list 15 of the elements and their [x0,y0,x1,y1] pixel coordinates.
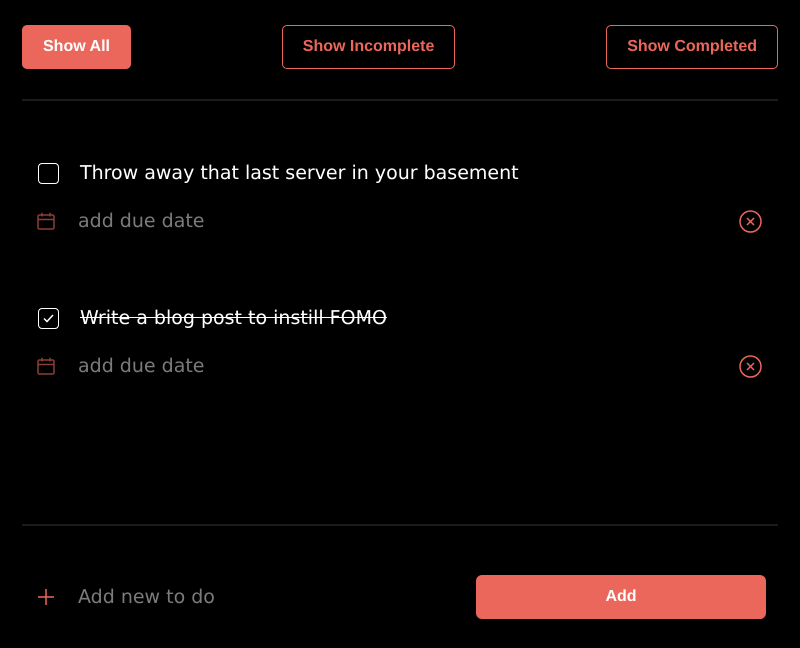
due-date-field[interactable]: add due date [78,354,378,378]
calendar-icon [37,357,55,375]
checkbox[interactable] [38,308,59,328]
plus-icon [38,589,54,605]
close-circle-icon[interactable] [739,354,762,378]
check-icon [43,314,54,322]
checkbox[interactable] [38,162,59,184]
due-date-field[interactable]: add due date [78,209,378,233]
filter-tab[interactable]: Show Completed [606,25,778,69]
filter-tab[interactable]: Show Incomplete [282,25,456,69]
new-todo-field[interactable]: Add new to do [78,585,476,609]
todo-text: Throw away that last server in your basement [80,161,519,185]
close-circle-icon[interactable] [739,210,762,232]
todo-text: Write a blog post to instill FOMO [80,306,387,330]
calendar-icon [37,212,55,230]
